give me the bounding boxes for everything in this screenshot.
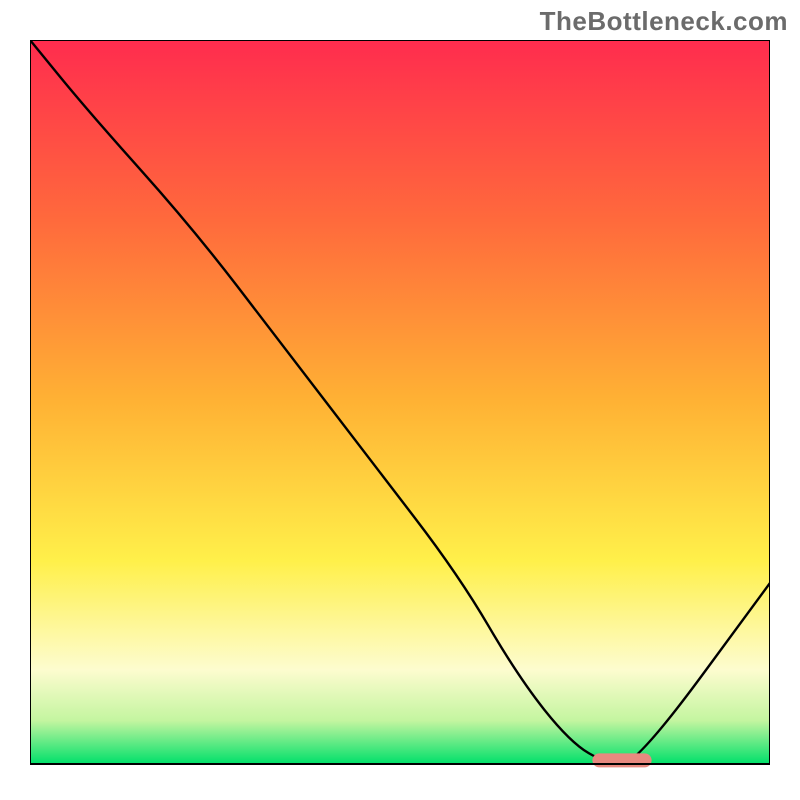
plot-area (30, 40, 770, 770)
optimal-marker (592, 753, 651, 767)
chart-container: TheBottleneck.com (0, 0, 800, 800)
bottleneck-chart-svg (30, 40, 770, 770)
gradient-background (30, 40, 770, 764)
watermark-text: TheBottleneck.com (540, 6, 788, 37)
